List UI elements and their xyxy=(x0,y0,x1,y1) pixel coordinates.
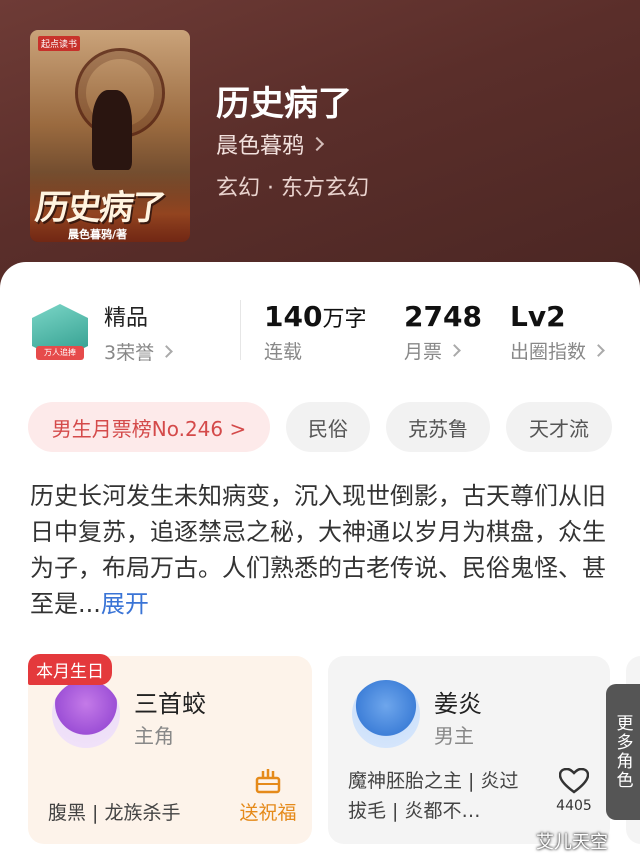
author-link[interactable]: 晨色暮鸦 xyxy=(216,128,325,160)
honors-link[interactable]: 3荣誉 xyxy=(104,338,173,365)
like-count: 4405 xyxy=(556,798,592,814)
book-cover[interactable]: 起点读书 历史病了 晨色暮鸦/著 xyxy=(30,30,190,242)
tag-cthulhu[interactable]: 克苏鲁 xyxy=(386,402,490,452)
quality-stat[interactable]: 精品 3荣誉 xyxy=(104,300,173,365)
chevron-right-icon xyxy=(592,344,605,357)
cover-title: 历史病了 xyxy=(32,188,167,228)
honors-count: 3荣誉 xyxy=(104,342,155,364)
character-name: 三首蛟 xyxy=(134,690,206,718)
more-roles-tab[interactable]: 更多角色 xyxy=(606,684,640,820)
quality-badge-icon[interactable]: 万人追捧 xyxy=(32,304,88,364)
rank-tag[interactable]: 男生月票榜No.246 > xyxy=(28,402,270,452)
tag-genius[interactable]: 天才流 xyxy=(506,402,612,452)
cover-author: 晨色暮鸦/著 xyxy=(68,228,128,241)
tag-folk[interactable]: 民俗 xyxy=(286,402,370,452)
character-cards: 本月生日 三首蛟 主角 腹黑 | 龙族杀手 送祝福 姜炎 男主 魔神胚胎之主 |… xyxy=(0,654,640,846)
level-link[interactable]: 出圈指数 xyxy=(510,337,605,364)
character-desc: 魔神胚胎之主 | 炎过拔毛 | 炎都不… xyxy=(348,770,519,822)
word-count-unit: 万字 xyxy=(322,307,367,332)
chevron-right-icon xyxy=(160,345,173,358)
cover-logo: 起点读书 xyxy=(38,36,81,51)
send-wishes-label: 送祝福 xyxy=(239,802,297,824)
book-title: 历史病了 xyxy=(216,84,352,124)
word-count-value: 140 xyxy=(264,300,323,333)
birthday-badge: 本月生日 xyxy=(28,654,112,685)
author-name: 晨色暮鸦 xyxy=(216,134,305,159)
word-count: 140万字 xyxy=(264,300,366,333)
character-role: 主角 xyxy=(134,724,174,748)
character-traits: 腹黑 | 龙族杀手 xyxy=(48,802,181,824)
character-role: 男主 xyxy=(434,724,474,748)
chevron-right-icon xyxy=(309,136,325,152)
monthly-votes-stat[interactable]: 2748 月票 xyxy=(404,300,482,364)
avatar xyxy=(352,680,420,748)
level-label: 出圈指数 xyxy=(510,341,587,363)
level-stat[interactable]: Lv2 出圈指数 xyxy=(510,300,605,364)
cover-figure xyxy=(92,90,132,170)
cake-icon xyxy=(255,769,281,794)
watermark: 艾儿天空 xyxy=(536,832,608,853)
genre-label: 玄幻 · 东方玄幻 xyxy=(216,176,369,201)
send-wishes-button[interactable]: 送祝福 xyxy=(238,764,298,825)
serial-status: 连载 xyxy=(264,341,303,363)
monthly-votes-value: 2748 xyxy=(404,300,482,333)
character-card[interactable]: 本月生日 三首蛟 主角 腹黑 | 龙族杀手 送祝福 xyxy=(28,654,312,844)
book-description[interactable]: 历史长河发生未知病变，沉入现世倒影，古天尊们从旧日中复苏，追逐禁忌之秘，大神通以… xyxy=(30,478,610,622)
stats-divider xyxy=(240,300,241,360)
avatar xyxy=(52,680,120,748)
stats-row: 万人追捧 精品 3荣誉 140万字 连载 2748 月票 Lv2 出圈指数 xyxy=(0,300,640,372)
monthly-votes-label: 月票 xyxy=(404,341,443,363)
level-value: Lv2 xyxy=(510,300,566,333)
character-name: 姜炎 xyxy=(434,690,482,718)
like-button[interactable]: 4405 xyxy=(554,768,594,814)
tag-row: 男生月票榜No.246 > 民俗 克苏鲁 天才流 xyxy=(0,402,640,454)
expand-link[interactable]: 展开 xyxy=(101,590,149,618)
heart-icon xyxy=(559,768,589,794)
word-count-stat: 140万字 连载 xyxy=(264,300,366,364)
character-card[interactable]: 姜炎 男主 魔神胚胎之主 | 炎过拔毛 | 炎都不… 4405 xyxy=(328,656,610,844)
book-header: 起点读书 历史病了 晨色暮鸦/著 历史病了 晨色暮鸦 玄幻 · 东方玄幻 xyxy=(0,0,640,300)
quality-label: 精品 xyxy=(104,306,149,331)
chevron-right-icon xyxy=(448,344,461,357)
monthly-votes-link[interactable]: 月票 xyxy=(404,337,482,364)
badge-ribbon: 万人追捧 xyxy=(36,346,84,360)
